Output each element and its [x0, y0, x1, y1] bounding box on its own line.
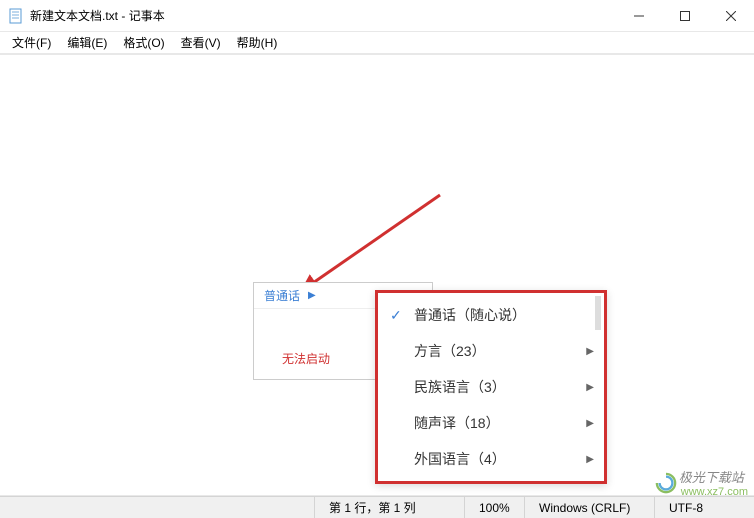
- status-lineending: Windows (CRLF): [524, 497, 654, 518]
- dropdown-item-label: 外国语言（4）: [414, 449, 506, 469]
- window-titlebar: 新建文本文档.txt - 记事本: [0, 0, 754, 32]
- watermark-url: www.xz7.com: [681, 486, 748, 498]
- dropdown-item-foreign[interactable]: 外国语言（4） ▶: [378, 441, 604, 477]
- chevron-right-icon: ▶: [586, 454, 594, 465]
- dropdown-item-label: 普通话（随心说）: [414, 305, 526, 325]
- maximize-button[interactable]: [662, 0, 708, 31]
- chevron-right-icon: ▶: [586, 418, 594, 429]
- menu-help[interactable]: 帮助(H): [229, 34, 286, 51]
- dropdown-item-label: 方言（23）: [414, 341, 486, 361]
- ime-language-label: 普通话: [264, 287, 300, 304]
- dropdown-item-label: 民族语言（3）: [414, 377, 506, 397]
- language-dropdown: ✓ 普通话（随心说） 方言（23） ▶ 民族语言（3） ▶ 随声译（18） ▶ …: [375, 290, 607, 484]
- chevron-right-icon: ▶: [586, 346, 594, 357]
- chevron-right-icon: ▶: [308, 290, 316, 301]
- dropdown-item-dialect[interactable]: 方言（23） ▶: [378, 333, 604, 369]
- menu-file[interactable]: 文件(F): [4, 34, 59, 51]
- menu-edit[interactable]: 编辑(E): [59, 34, 115, 51]
- menu-view[interactable]: 查看(V): [173, 34, 229, 51]
- menu-format[interactable]: 格式(O): [115, 34, 172, 51]
- status-encoding: UTF-8: [654, 497, 754, 518]
- chevron-right-icon: ▶: [586, 382, 594, 393]
- window-title: 新建文本文档.txt - 记事本: [30, 7, 616, 24]
- check-icon: ✓: [390, 307, 402, 324]
- close-button[interactable]: [708, 0, 754, 31]
- watermark-text: 极光下载站: [679, 467, 748, 486]
- dropdown-item-label: 随声译（18）: [414, 413, 500, 433]
- statusbar: 第 1 行，第 1 列 100% Windows (CRLF) UTF-8: [0, 496, 754, 518]
- window-controls: [616, 0, 754, 31]
- dropdown-item-translate[interactable]: 随声译（18） ▶: [378, 405, 604, 441]
- dropdown-item-mandarin[interactable]: ✓ 普通话（随心说）: [378, 297, 604, 333]
- notepad-icon: [8, 8, 24, 24]
- dropdown-item-ethnic[interactable]: 民族语言（3） ▶: [378, 369, 604, 405]
- watermark-logo-icon: [655, 472, 677, 494]
- status-zoom: 100%: [464, 497, 524, 518]
- watermark: 极光下载站 www.xz7.com: [655, 467, 748, 498]
- status-position: 第 1 行，第 1 列: [314, 497, 464, 518]
- menubar: 文件(F) 编辑(E) 格式(O) 查看(V) 帮助(H): [0, 32, 754, 54]
- minimize-button[interactable]: [616, 0, 662, 31]
- ime-error-text: 无法启动: [282, 350, 330, 367]
